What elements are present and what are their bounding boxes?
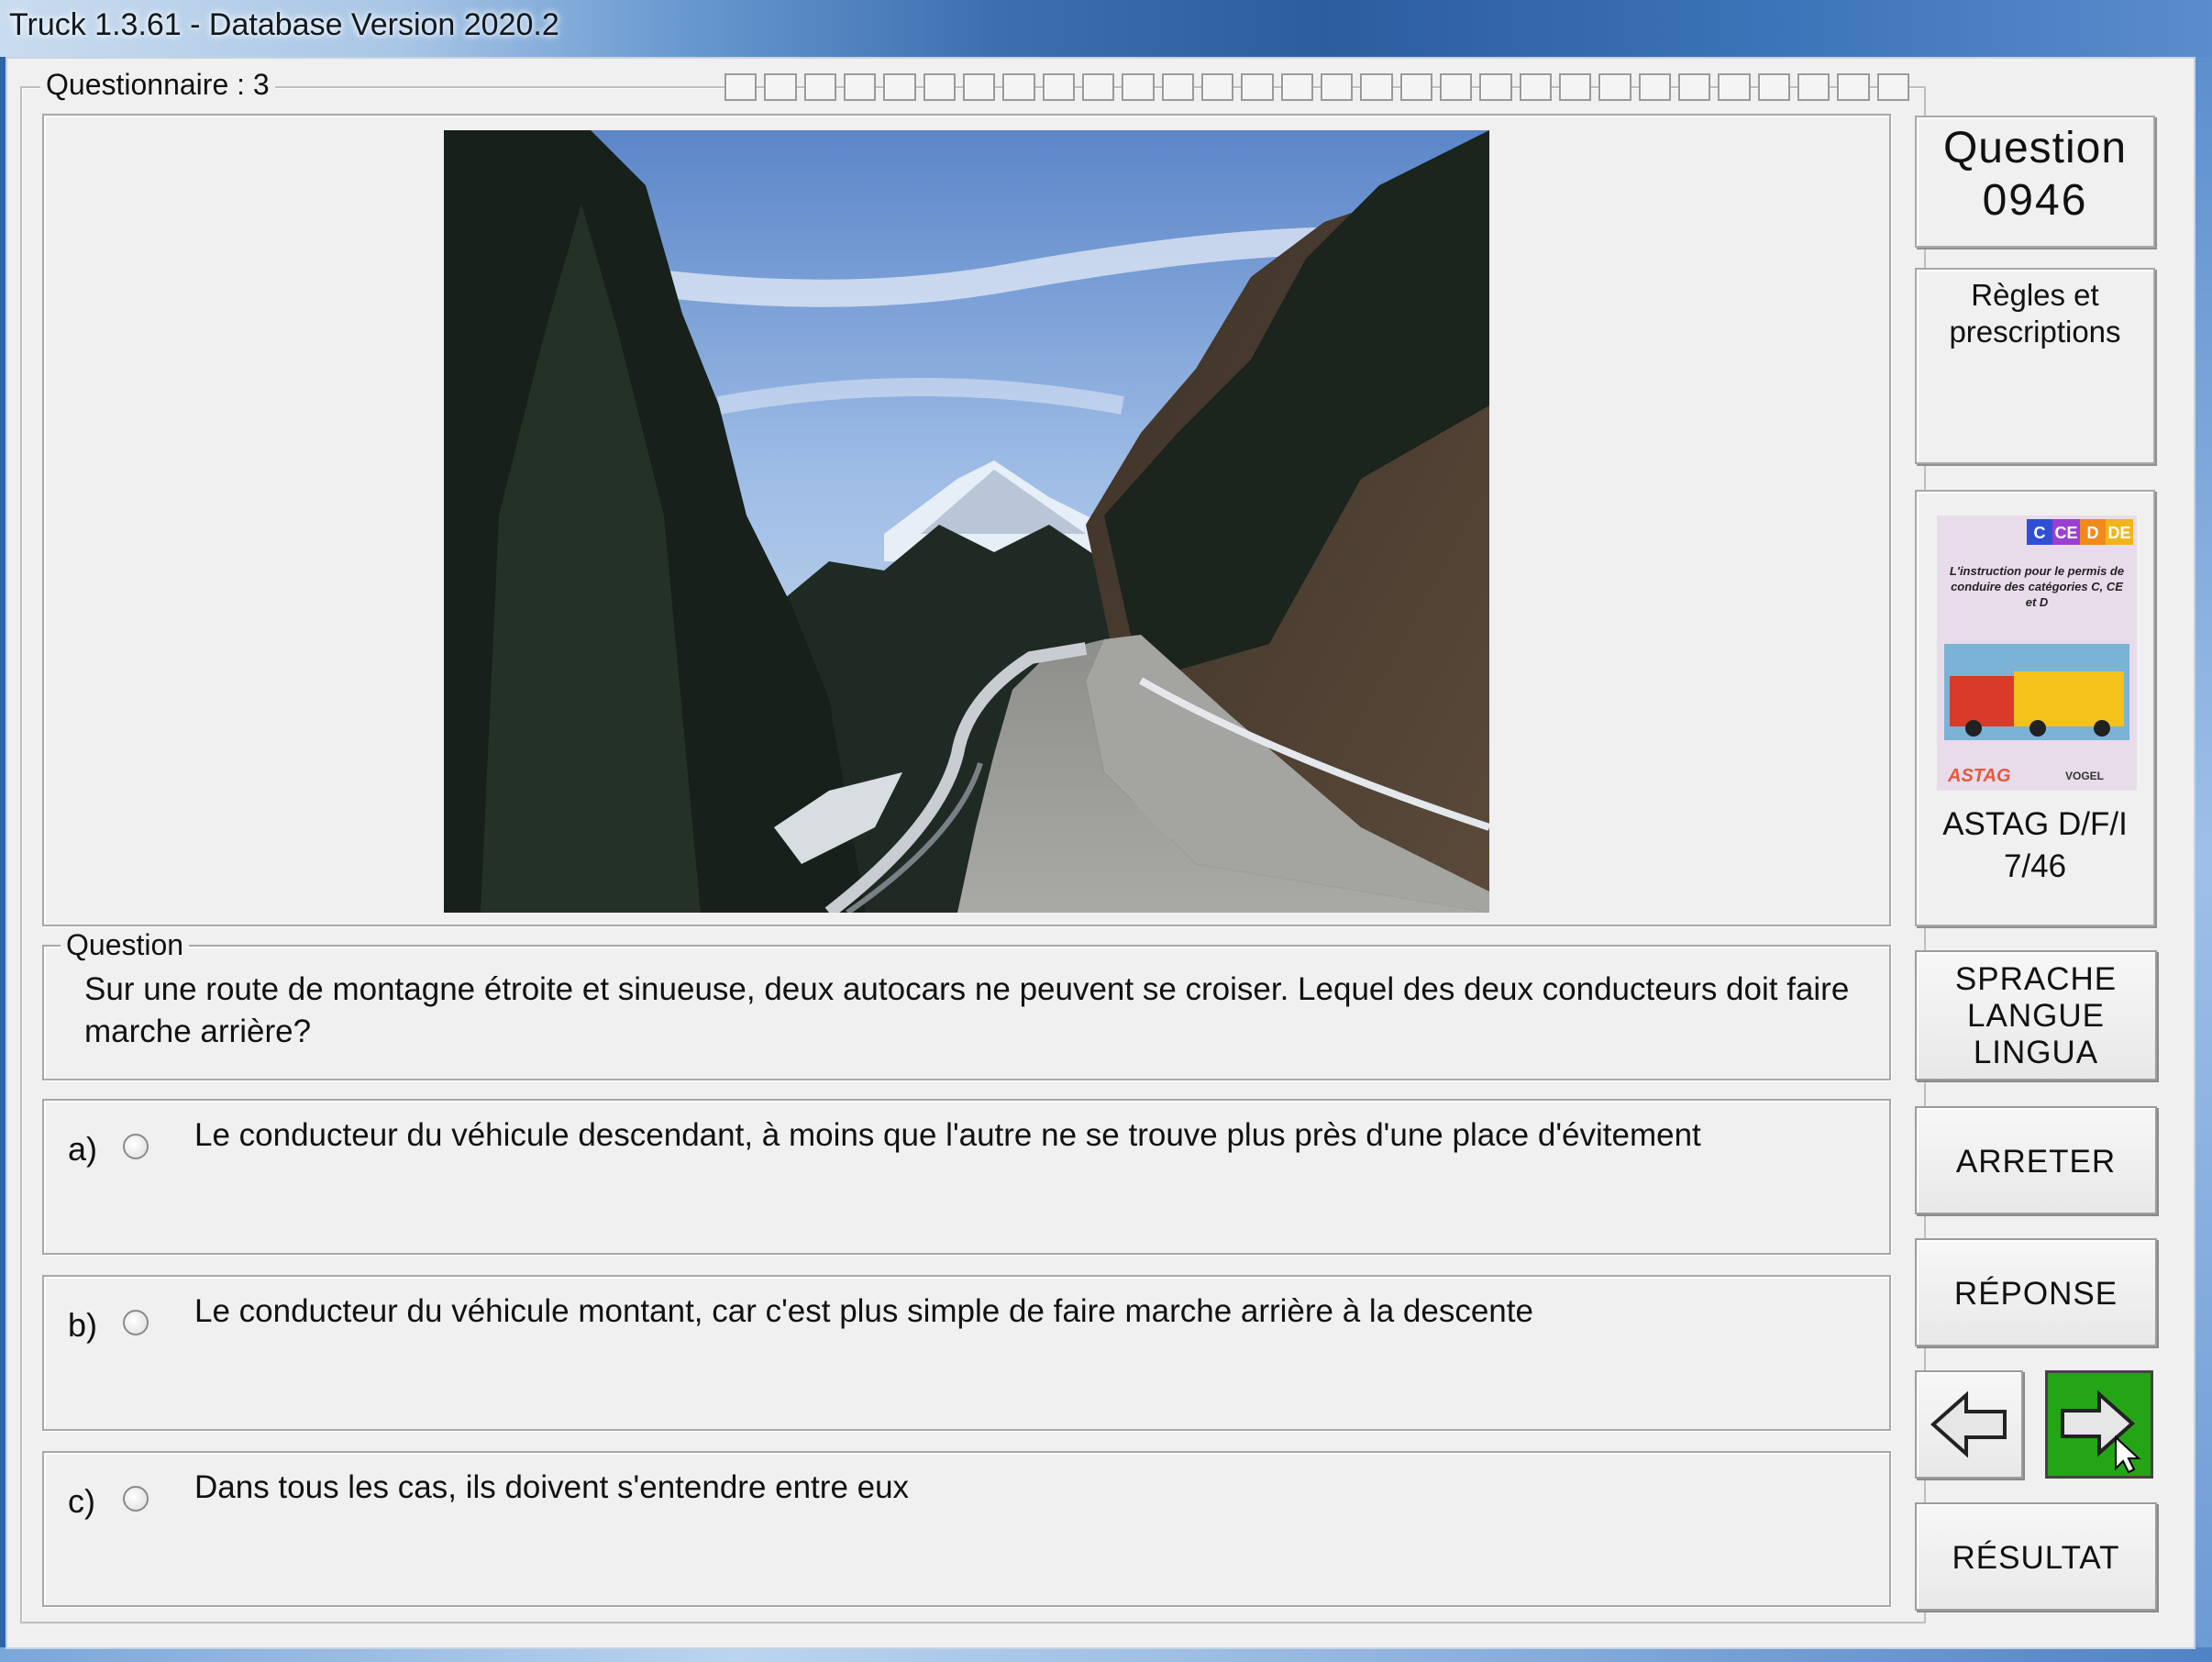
- progress-segment: [1598, 73, 1631, 101]
- window-bottom-edge: [0, 1647, 2212, 1662]
- question-number: 0946: [1982, 176, 2088, 225]
- progress-segment: [1638, 73, 1671, 101]
- category-box: Règles et prescriptions: [1915, 268, 2155, 464]
- progress-segment: [1797, 73, 1830, 101]
- questionnaire-label: Questionnaire : 3: [40, 68, 275, 102]
- answer-a-letter: a): [68, 1130, 98, 1168]
- answer-b-radio[interactable]: [123, 1310, 149, 1335]
- progress-segment: [1360, 73, 1393, 101]
- progress-segment: [1122, 73, 1155, 101]
- questionnaire-progress: [724, 73, 1917, 101]
- category-label: Règles et prescriptions: [1949, 278, 2121, 349]
- previous-question-button[interactable]: [1915, 1370, 2023, 1479]
- progress-segment: [1081, 73, 1115, 101]
- title-bar: Truck 1.3.61 - Database Version 2020.2: [0, 0, 2212, 57]
- window-title: Truck 1.3.61 - Database Version 2020.2: [9, 7, 559, 42]
- stop-button[interactable]: ARRETER: [1915, 1106, 2157, 1214]
- progress-segment: [1399, 73, 1432, 101]
- answer-a-text[interactable]: Le conducteur du véhicule descendant, à …: [194, 1117, 1701, 1154]
- next-question-button[interactable]: [2045, 1370, 2153, 1479]
- progress-segment: [1757, 73, 1790, 101]
- answer-b-text[interactable]: Le conducteur du véhicule montant, car c…: [194, 1293, 1533, 1330]
- badge-c: C: [2034, 524, 2046, 542]
- progress-segment: [803, 73, 836, 101]
- book-reference: ASTAG D/F/I 7/46: [1917, 803, 2153, 888]
- progress-segment: [1280, 73, 1313, 101]
- vogel-logo: VOGEL: [2065, 770, 2104, 782]
- badge-de: DE: [2107, 524, 2130, 542]
- arrow-right-icon: [2061, 1390, 2141, 1474]
- progress-segment: [1718, 73, 1751, 101]
- book-cover-image: C CE D DE L'instruction pour le permis d…: [1937, 515, 2137, 791]
- answer-a-radio[interactable]: [123, 1134, 149, 1159]
- progress-segment: [1677, 73, 1711, 101]
- progress-segment: [1837, 73, 1870, 101]
- progress-segment: [724, 73, 758, 101]
- progress-segment: [1002, 73, 1035, 101]
- question-text: Sur une route de montagne étroite et sin…: [84, 971, 1850, 1049]
- progress-segment: [883, 73, 916, 101]
- question-photo-mountain-road: [444, 130, 1489, 913]
- show-answer-button[interactable]: RÉPONSE: [1915, 1238, 2157, 1346]
- progress-segment: [962, 73, 996, 101]
- progress-segment: [1320, 73, 1354, 101]
- progress-segment: [1558, 73, 1592, 101]
- question-number-box: Question 0946: [1915, 116, 2155, 248]
- question-group-label: Question: [61, 928, 190, 962]
- progress-segment: [843, 73, 877, 101]
- question-number-label: Question: [1942, 124, 2128, 172]
- window-right-edge: [2194, 57, 2212, 1662]
- progress-segment: [1876, 73, 1909, 101]
- reference-book-box: C CE D DE L'instruction pour le permis d…: [1915, 490, 2155, 926]
- result-button[interactable]: RÉSULTAT: [1915, 1502, 2157, 1611]
- language-it: LINGUA: [1973, 1035, 2099, 1070]
- answer-c-radio[interactable]: [123, 1486, 149, 1512]
- book-cover-text: L'instruction pour le permis de conduire…: [1949, 564, 2125, 609]
- answer-b-letter: b): [68, 1306, 98, 1344]
- astag-logo: ASTAG: [1947, 766, 2011, 786]
- mountain-road-image: [444, 130, 1489, 913]
- progress-segment: [1479, 73, 1512, 101]
- badge-ce: CE: [2054, 524, 2077, 542]
- progress-segment: [1200, 73, 1234, 101]
- language-fr: LANGUE: [1967, 998, 2105, 1034]
- arrow-left-icon: [1930, 1391, 2007, 1458]
- language-de: SPRACHE: [1954, 961, 2118, 997]
- mouse-cursor-icon: [2115, 1435, 2141, 1474]
- language-button[interactable]: SPRACHE LANGUE LINGUA: [1915, 950, 2157, 1080]
- answer-c-text[interactable]: Dans tous les cas, ils doivent s'entendr…: [194, 1469, 909, 1506]
- book-title: ASTAG D/F/I: [1942, 806, 2128, 842]
- progress-segment: [1439, 73, 1473, 101]
- answer-c-letter: c): [68, 1482, 95, 1520]
- badge-d: D: [2087, 524, 2099, 542]
- progress-segment: [1241, 73, 1274, 101]
- progress-segment: [764, 73, 797, 101]
- book-page: 7/46: [2003, 848, 2067, 884]
- progress-segment: [1519, 73, 1552, 101]
- progress-segment: [1042, 73, 1075, 101]
- progress-segment: [1161, 73, 1194, 101]
- progress-segment: [923, 73, 956, 101]
